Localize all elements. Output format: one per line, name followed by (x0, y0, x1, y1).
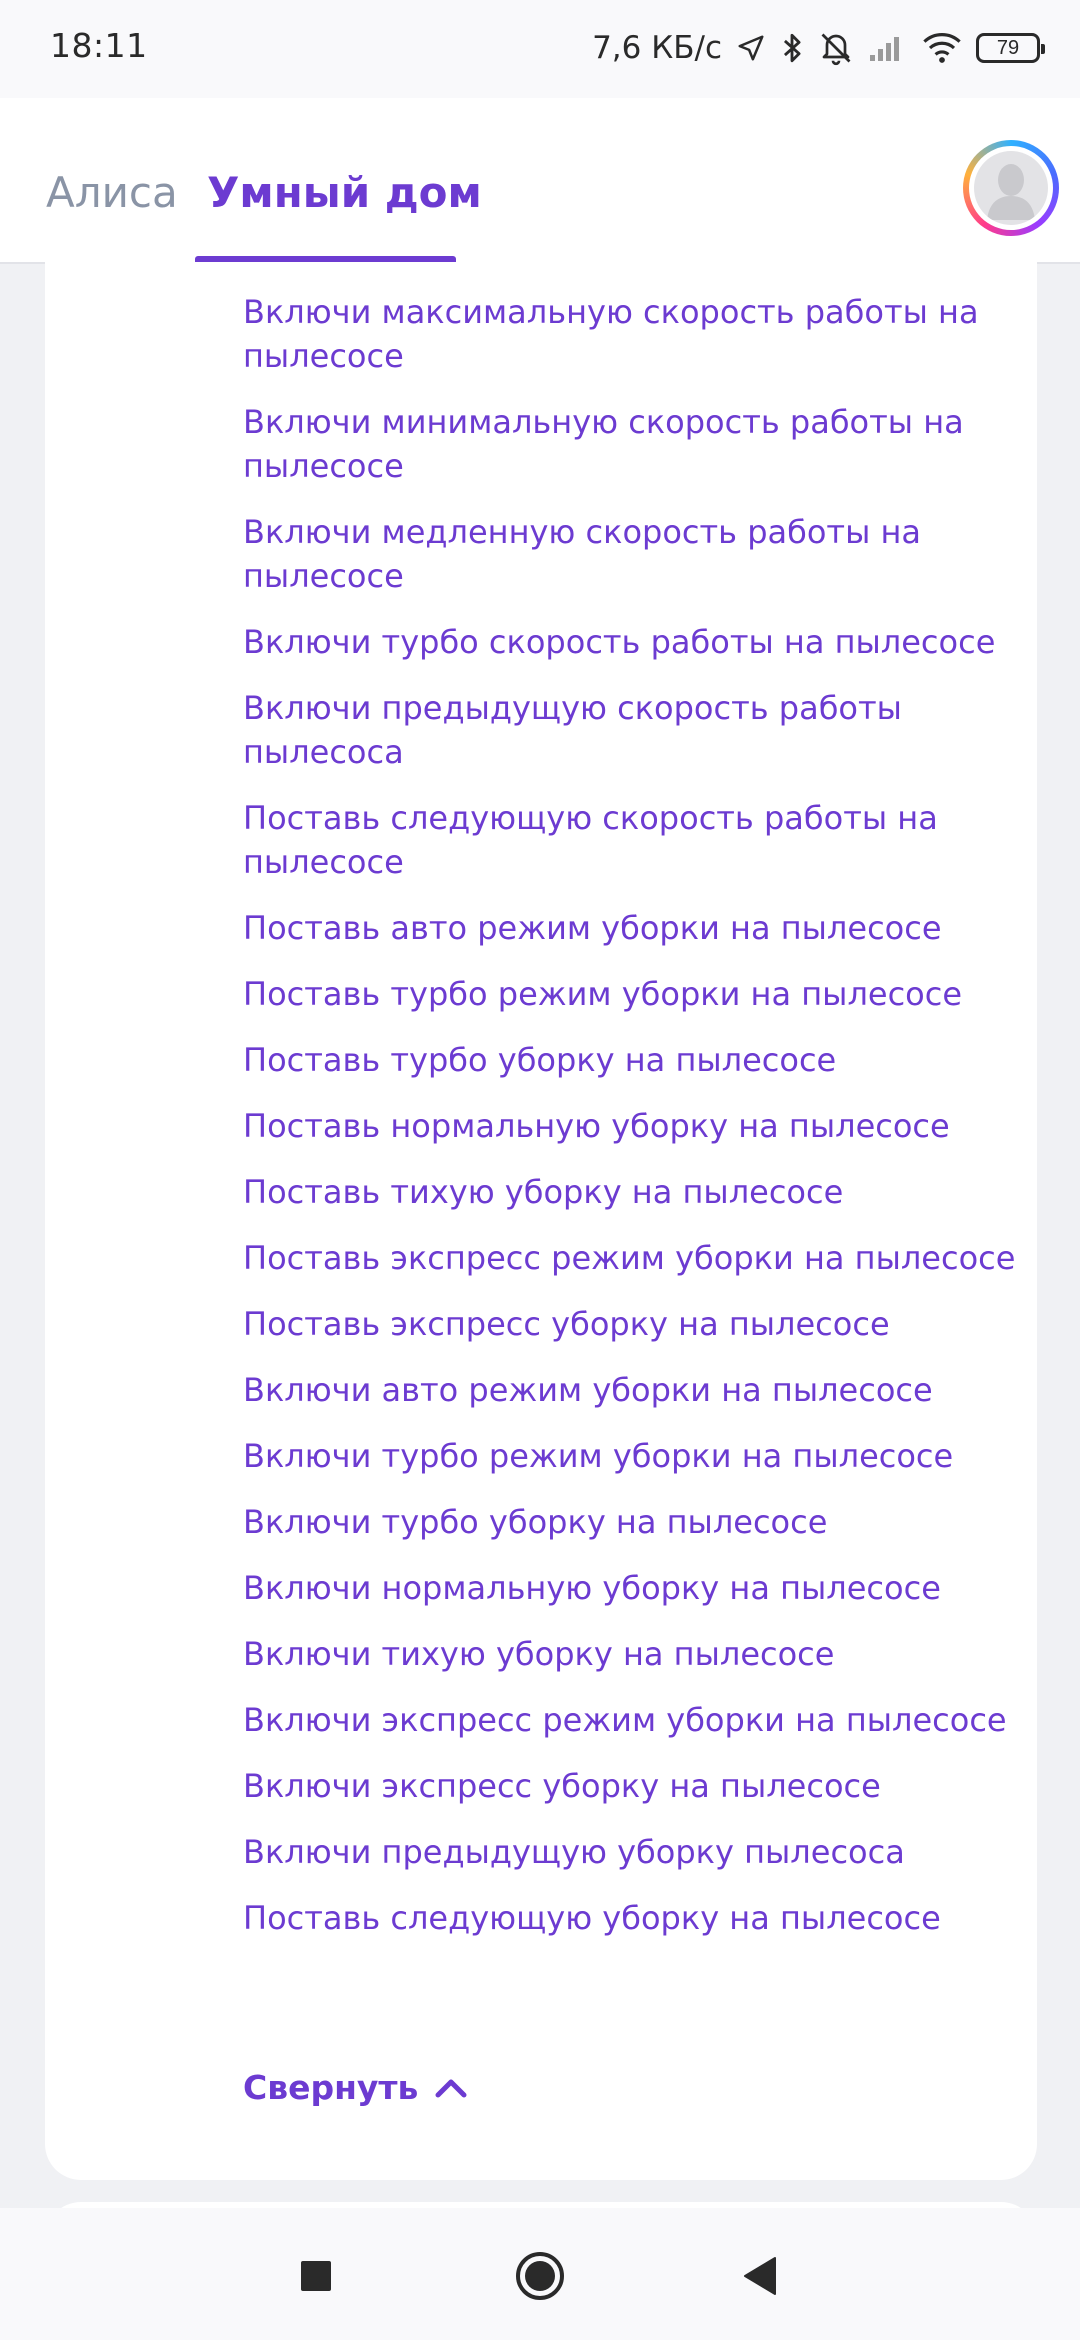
command-item[interactable]: Включи турбо скорость работы на пылесосе (243, 620, 1023, 664)
command-item[interactable]: Включи экспресс режим уборки на пылесосе (243, 1698, 1023, 1742)
avatar[interactable] (963, 140, 1059, 236)
system-nav-bar (0, 2208, 1080, 2340)
signal-icon (868, 33, 908, 63)
avatar-frame (969, 146, 1053, 230)
command-item[interactable]: Включи минимальную скорость работы на пы… (243, 400, 1023, 488)
command-item[interactable]: Поставь турбо режим уборки на пылесосе (243, 972, 1023, 1016)
back-icon[interactable] (732, 2248, 788, 2304)
commands-card: Включи максимальную скорость работы на п… (45, 262, 1037, 2180)
command-item[interactable]: Включи предыдущую уборку пылесоса (243, 1830, 1023, 1874)
command-item[interactable]: Включи турбо режим уборки на пылесосе (243, 1434, 1023, 1478)
command-item[interactable]: Поставь тихую уборку на пылесосе (243, 1170, 1023, 1214)
command-item[interactable]: Поставь авто режим уборки на пылесосе (243, 906, 1023, 950)
command-item[interactable]: Поставь экспресс режим уборки на пылесос… (243, 1236, 1023, 1280)
status-indicators: 7,6 КБ/с 79 (592, 26, 1045, 70)
recent-apps-icon[interactable] (288, 2248, 344, 2304)
battery-icon: 79 (976, 33, 1045, 63)
command-item[interactable]: Включи нормальную уборку на пылесосе (243, 1566, 1023, 1610)
status-time: 18:11 (50, 26, 148, 65)
tab-smart-home[interactable]: Умный дом (207, 168, 482, 217)
command-item[interactable]: Включи турбо уборку на пылесосе (243, 1500, 1023, 1544)
tab-alice[interactable]: Алиса (46, 168, 178, 217)
collapse-button[interactable]: Свернуть (243, 2068, 468, 2107)
command-item[interactable]: Включи тихую уборку на пылесосе (243, 1632, 1023, 1676)
command-item[interactable]: Включи предыдущую скорость работы пылесо… (243, 686, 1023, 774)
bluetooth-icon (780, 31, 804, 65)
mute-alarm-icon (818, 30, 854, 66)
command-item[interactable]: Поставь экспресс уборку на пылесосе (243, 1302, 1023, 1346)
command-item[interactable]: Включи авто режим уборки на пылесосе (243, 1368, 1023, 1412)
command-item[interactable]: Поставь турбо уборку на пылесосе (243, 1038, 1023, 1082)
app-header: Алиса Умный дом (0, 98, 1080, 264)
wifi-icon (922, 32, 962, 64)
command-item[interactable]: Поставь следующую скорость работы на пыл… (243, 796, 1023, 884)
chevron-up-icon (434, 2068, 468, 2107)
status-bar: 18:11 7,6 КБ/с 79 (0, 0, 1080, 98)
command-item[interactable]: Поставь следующую уборку на пылесосе (243, 1896, 1023, 1940)
command-list: Включи максимальную скорость работы на п… (243, 290, 1023, 1962)
command-item[interactable]: Поставь нормальную уборку на пылесосе (243, 1104, 1023, 1148)
collapse-label: Свернуть (243, 2068, 419, 2107)
network-speed: 7,6 КБ/с (592, 30, 722, 66)
command-item[interactable]: Включи максимальную скорость работы на п… (243, 290, 1023, 378)
navigation-icon (736, 33, 766, 63)
command-item[interactable]: Включи медленную скорость работы на пыле… (243, 510, 1023, 598)
user-icon (974, 151, 1048, 225)
home-icon[interactable] (512, 2248, 568, 2304)
command-item[interactable]: Включи экспресс уборку на пылесосе (243, 1764, 1023, 1808)
